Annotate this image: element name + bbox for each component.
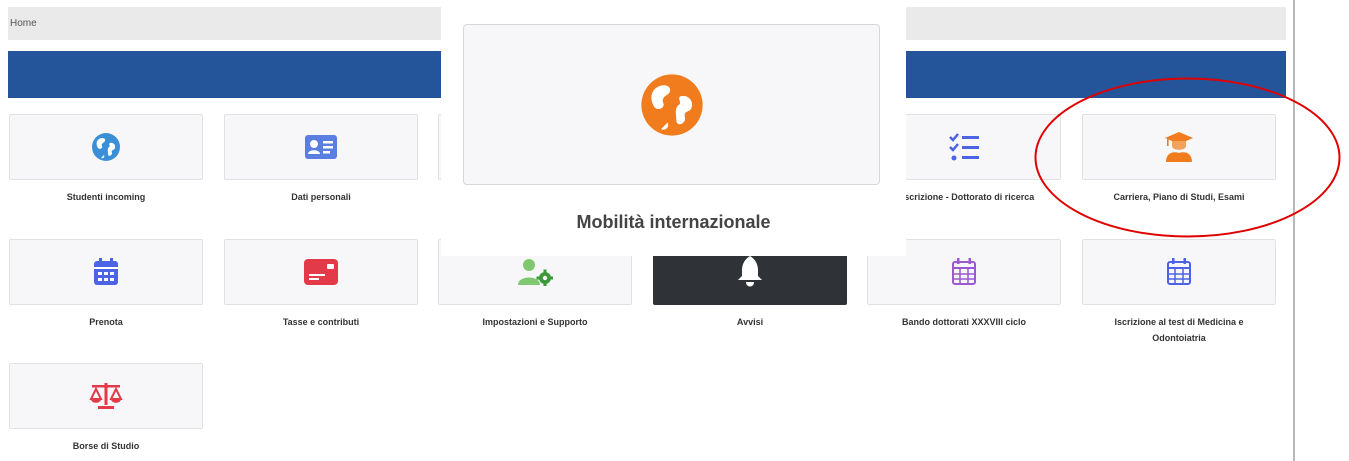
tile-studenti-incoming[interactable] — [9, 114, 203, 180]
tile-label-test-medicina: Iscrizione al test di Medicina e Odontoi… — [1114, 317, 1244, 343]
zoom-popup: Mobilità internazionale — [441, 0, 906, 256]
tile-label-dati-personali: Dati personali — [291, 192, 351, 202]
tile-label-tasse: Tasse e contributi — [282, 317, 360, 327]
calendar-grid-icon — [951, 258, 977, 286]
credit-card-icon — [303, 258, 339, 286]
tile-label-prenota: Prenota — [89, 317, 123, 327]
popup-title: Mobilità internazionale — [576, 212, 771, 232]
tile-test-medicina[interactable] — [1082, 239, 1276, 305]
tile-prenota[interactable] — [9, 239, 203, 305]
tile-borse-studio[interactable] — [9, 363, 203, 429]
tile-dati-personali[interactable] — [224, 114, 418, 180]
globe-icon — [90, 131, 122, 163]
calendar-icon — [93, 258, 119, 286]
bell-icon — [737, 256, 763, 288]
balance-scale-icon — [89, 381, 123, 411]
tile-carriera[interactable] — [1082, 114, 1276, 180]
tile-label-borse-studio: Borse di Studio — [72, 441, 140, 451]
globe-icon — [637, 70, 707, 140]
tile-label-bando-dottorati: Bando dottorati XXXVIII ciclo — [901, 317, 1026, 327]
id-card-icon — [304, 134, 338, 160]
tile-label-studenti-incoming: Studenti incoming — [66, 192, 146, 202]
tile-label-avvisi: Avvisi — [736, 317, 764, 327]
scrollbar-divider — [1293, 0, 1295, 461]
calendar-grid-icon — [1166, 258, 1192, 286]
tile-tasse[interactable] — [224, 239, 418, 305]
tile-label-impostazioni: Impostazioni e Supporto — [482, 317, 588, 327]
tile-label-carriera: Carriera, Piano di Studi, Esami — [1113, 192, 1245, 202]
tile-mobilita-internazionale[interactable] — [463, 24, 880, 185]
graduate-icon — [1164, 131, 1194, 163]
breadcrumb-home[interactable]: Home — [10, 18, 37, 29]
checklist-icon — [948, 132, 980, 162]
user-gear-icon — [517, 258, 553, 286]
